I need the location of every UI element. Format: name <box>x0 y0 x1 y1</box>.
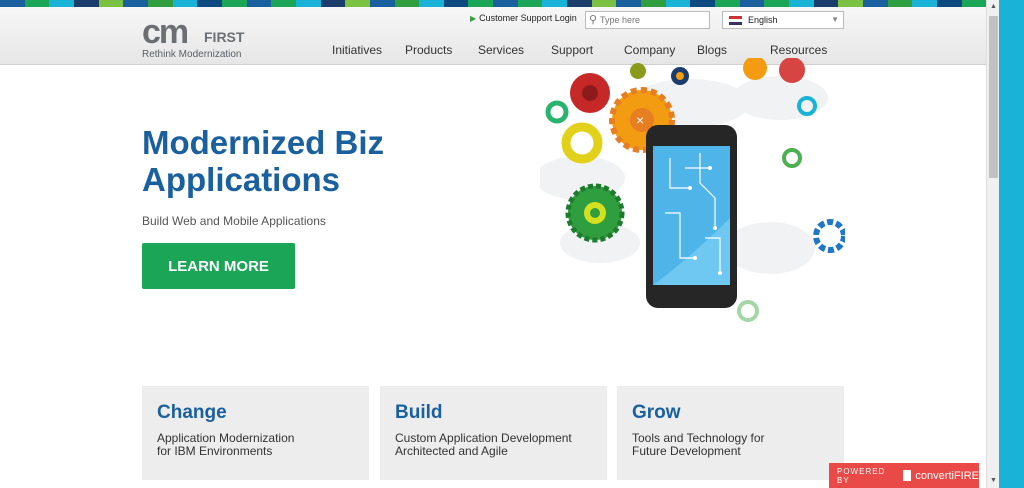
stripe-segment <box>912 0 937 7</box>
stripe-segment <box>49 0 74 7</box>
stripe-segment <box>246 0 272 7</box>
stripe-segment <box>838 0 863 7</box>
stripe-segment <box>690 0 716 7</box>
powered-by-badge[interactable]: POWERED BY convertiFIRE <box>829 463 979 488</box>
stripe-segment <box>24 0 50 7</box>
stripe-segment <box>616 0 642 7</box>
hero-subtitle: Build Web and Mobile Applications <box>142 214 326 228</box>
hero-title: Modernized Biz Applications <box>142 124 385 198</box>
stripe-segment <box>73 0 99 7</box>
small-green-gear-icon <box>782 148 802 168</box>
stripe-segment <box>493 0 518 7</box>
card-description: Application Modernization for IBM Enviro… <box>157 431 295 458</box>
nav-item-blogs[interactable]: Blogs <box>697 43 727 57</box>
card-title: Change <box>157 402 227 423</box>
stripe-segment <box>172 0 198 7</box>
stripe-segment <box>591 0 617 7</box>
stripe-segment <box>295 0 321 7</box>
stripe-segment <box>369 0 395 7</box>
stripe-segment <box>764 0 789 7</box>
card-change[interactable]: Change Application Modernization for IBM… <box>142 386 369 480</box>
learn-more-button[interactable]: LEARN MORE <box>142 243 295 289</box>
green-gear-icon <box>565 183 625 243</box>
olive-gear-icon <box>630 63 646 79</box>
nav-item-company[interactable]: Company <box>624 43 675 57</box>
powered-by-brand: convertiFIRE <box>915 469 979 482</box>
stripe-segment <box>221 0 247 7</box>
stripe-segment <box>419 0 444 7</box>
customer-support-login-link[interactable]: ▶ Customer Support Login <box>470 13 577 23</box>
stripe-segment <box>789 0 814 7</box>
teal-ring-icon <box>545 100 569 124</box>
card-title: Build <box>395 402 443 423</box>
red-gear-icon <box>570 73 610 113</box>
stripe-segment <box>320 0 346 7</box>
nav-item-services[interactable]: Services <box>478 43 524 57</box>
dark-ring-icon <box>671 67 689 85</box>
nav-item-products[interactable]: Products <box>405 43 452 57</box>
stripe-segment <box>345 0 370 7</box>
uk-flag-icon <box>729 16 742 25</box>
stripe-segment <box>813 0 839 7</box>
stripe-segment <box>517 0 543 7</box>
card-description: Custom Application Development Architect… <box>395 431 572 458</box>
stripe-segment <box>98 0 124 7</box>
browser-viewport: cm FIRST Rethink Modernization ▶ Customer… <box>0 0 986 488</box>
stripe-segment <box>715 0 740 7</box>
desktop-background <box>999 0 1024 488</box>
stripe-segment <box>665 0 691 7</box>
stripe-segment <box>0 0 25 7</box>
stripe-segment <box>443 0 469 7</box>
play-arrow-icon: ▶ <box>470 14 477 23</box>
stripe-segment <box>394 0 420 7</box>
stripe-segment <box>468 0 494 7</box>
blue-gear-icon <box>813 219 845 253</box>
light-green-ring-icon <box>737 300 759 322</box>
stripe-segment <box>147 0 173 7</box>
nav-item-initiatives[interactable]: Initiatives <box>332 43 382 57</box>
stripe-segment <box>936 0 962 7</box>
site-header: cm FIRST Rethink Modernization ▶ Customer… <box>0 7 986 65</box>
scroll-thumb[interactable] <box>989 16 998 178</box>
stripe-segment <box>197 0 222 7</box>
powered-by-prefix: POWERED BY <box>837 466 886 485</box>
card-title: Grow <box>632 402 681 423</box>
stripe-segment <box>123 0 148 7</box>
hero-illustration: × <box>540 58 845 322</box>
convertifire-icon <box>903 470 912 481</box>
svg-text:×: × <box>636 112 644 128</box>
stripe-segment <box>862 0 888 7</box>
nav-item-support[interactable]: Support <box>551 43 593 57</box>
search-input[interactable] <box>600 13 708 27</box>
yellow-gear-icon <box>561 122 603 164</box>
vertical-scrollbar[interactable]: ▲ ▼ <box>986 0 999 488</box>
search-icon: ⚲ <box>589 14 598 26</box>
language-selected-label: English <box>748 15 778 25</box>
stripe-segment <box>739 0 765 7</box>
stripe-segment <box>641 0 666 7</box>
nav-item-resources[interactable]: Resources <box>770 43 827 57</box>
language-select[interactable]: English ▼ <box>722 11 844 29</box>
search-field[interactable]: ⚲ <box>585 11 710 29</box>
card-grow[interactable]: Grow Tools and Technology for Future Dev… <box>617 386 844 480</box>
smartphone-icon <box>646 125 737 308</box>
support-link-label: Customer Support Login <box>479 13 577 23</box>
stripe-segment <box>271 0 296 7</box>
card-build[interactable]: Build Custom Application Development Arc… <box>380 386 607 480</box>
stripe-segment <box>961 0 986 7</box>
stripe-segment <box>887 0 913 7</box>
card-description: Tools and Technology for Future Developm… <box>632 431 765 458</box>
stripe-segment <box>542 0 568 7</box>
top-color-stripe <box>0 0 986 7</box>
chevron-down-icon: ▼ <box>831 15 839 24</box>
stripe-segment <box>567 0 592 7</box>
